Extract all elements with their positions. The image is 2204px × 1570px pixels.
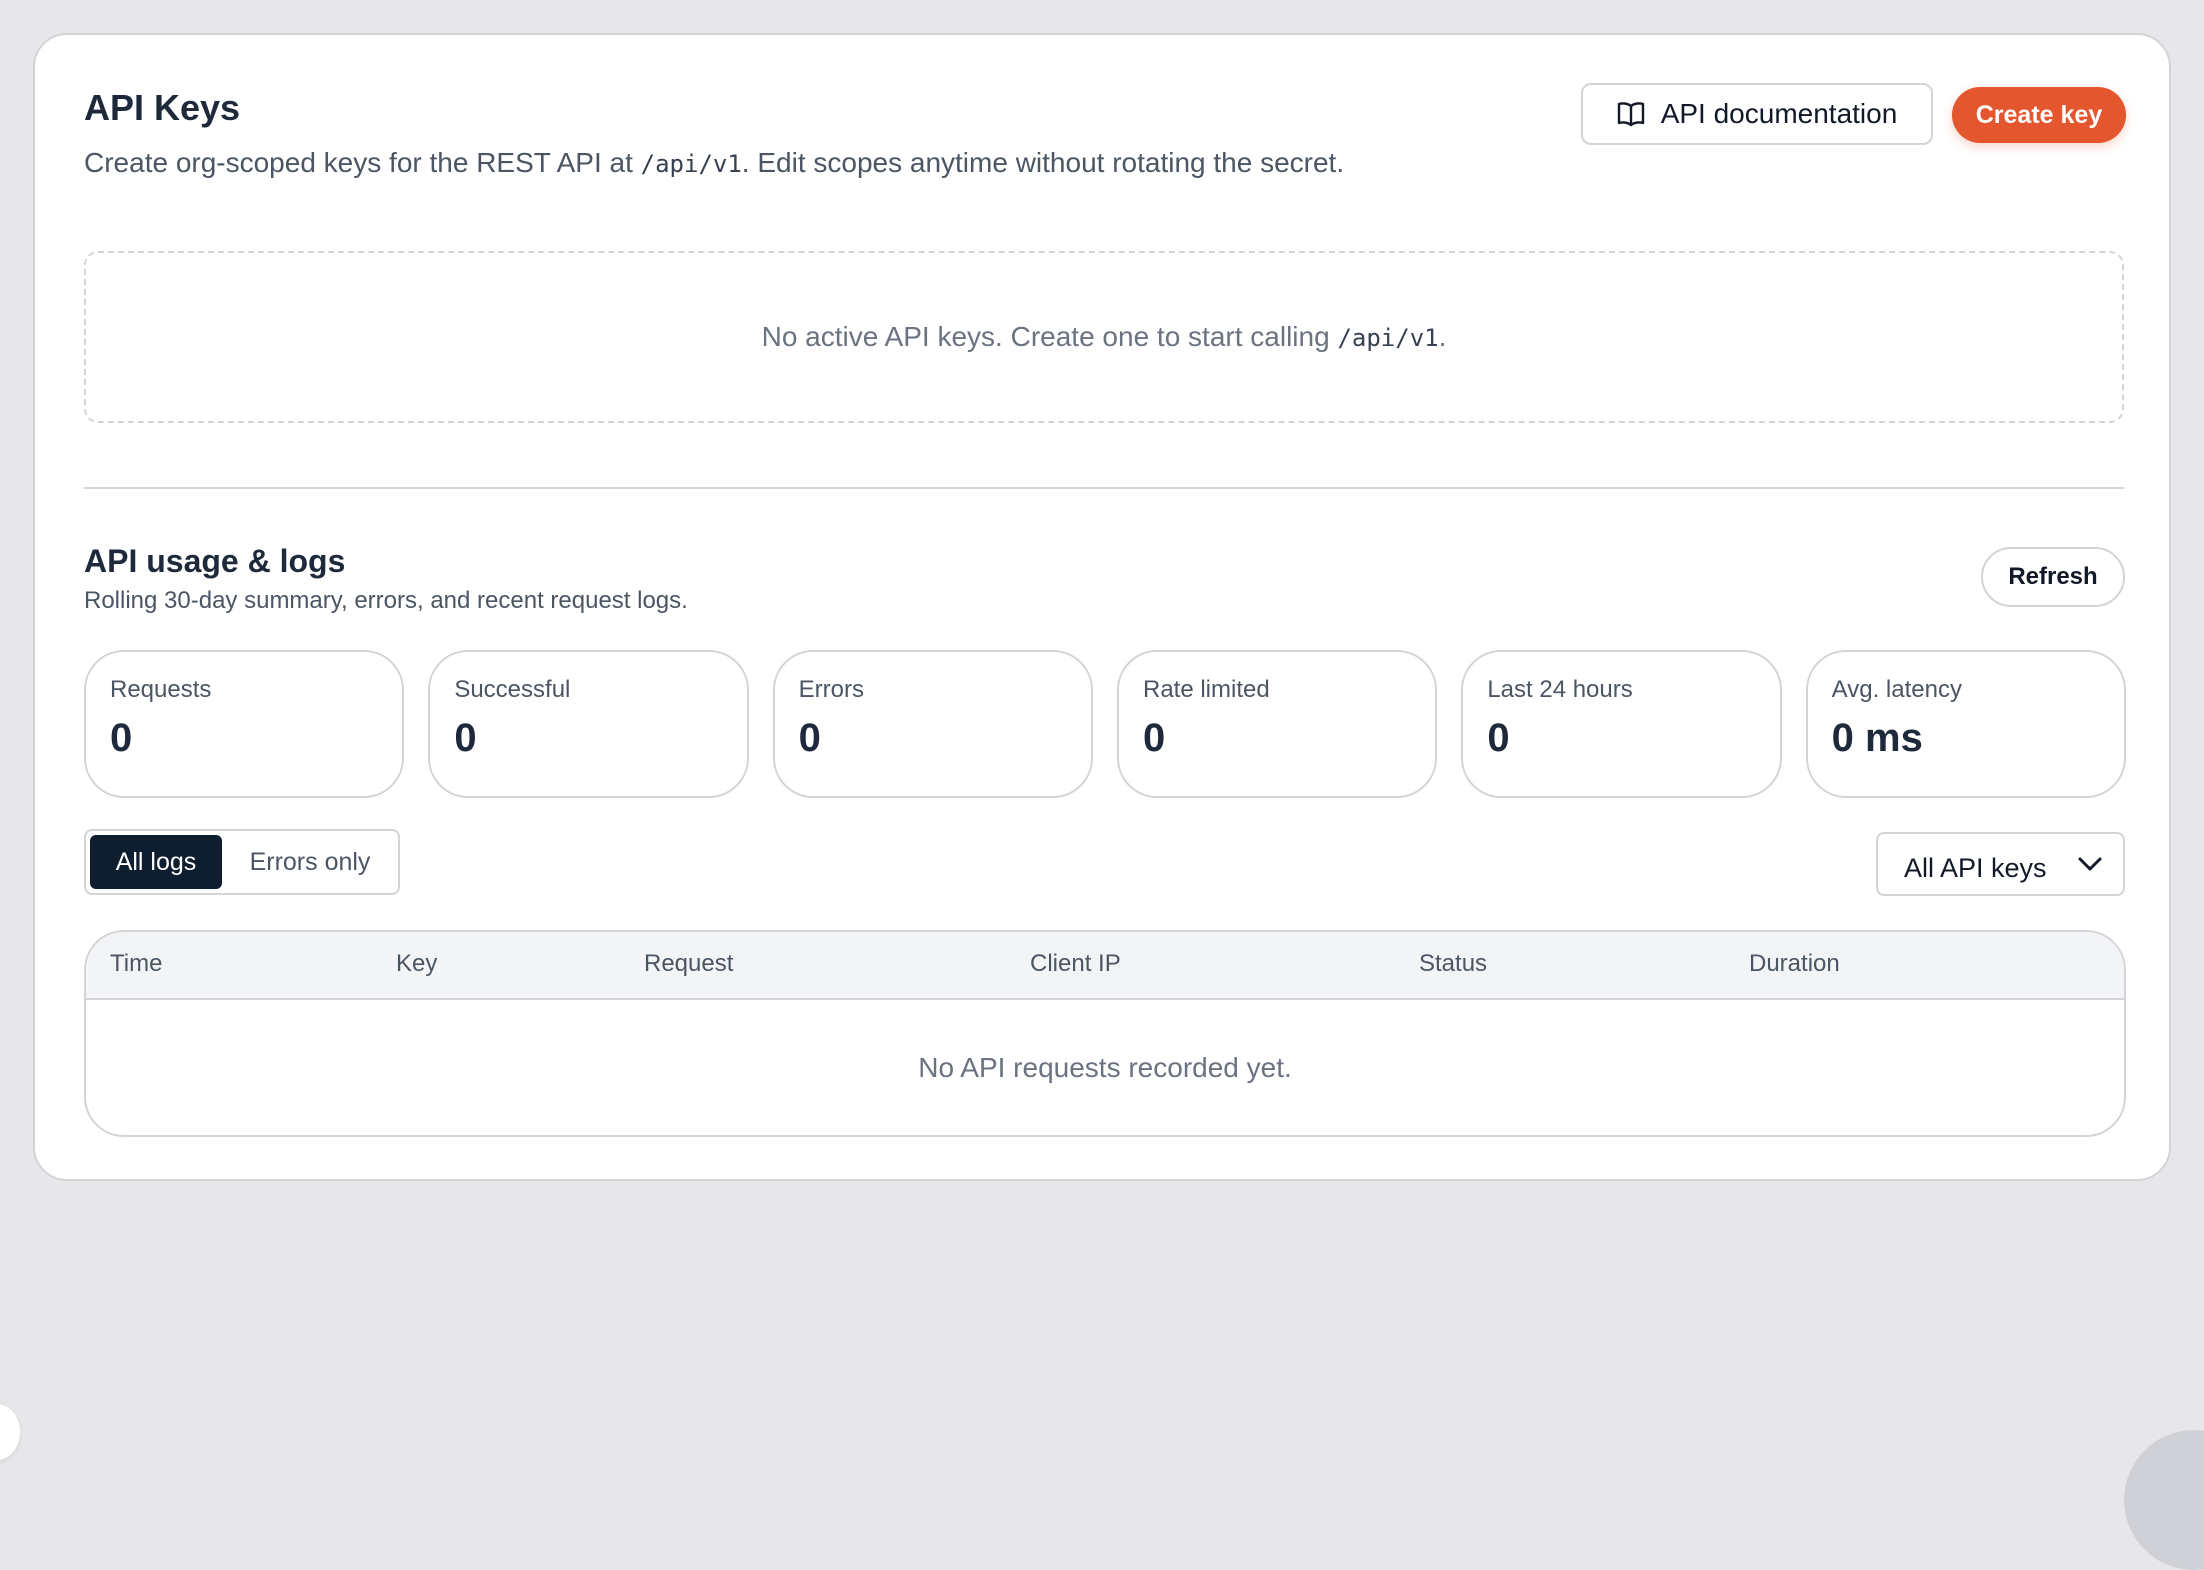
column-header-client-ip: Client IP — [1030, 950, 1121, 977]
column-header-time: Time — [110, 950, 163, 977]
refresh-button[interactable]: Refresh — [1981, 547, 2125, 607]
page-subtitle: Create org-scoped keys for the REST API … — [84, 147, 1344, 179]
stats-row: Requests 0 Successful 0 Errors 0 Rate li… — [84, 650, 2126, 798]
table-empty-state: No API requests recorded yet. — [918, 1051, 1292, 1083]
create-key-button[interactable]: Create key — [1952, 87, 2126, 143]
api-keys-card: API Keys Create org-scoped keys for the … — [33, 33, 2171, 1181]
api-key-select-value: All API keys — [1904, 852, 2047, 883]
request-logs-table: Time Key Request Client IP Status Durati… — [84, 930, 2126, 1137]
api-documentation-label: API documentation — [1660, 98, 1898, 129]
subtitle-text-end: . Edit scopes anytime without rotating t… — [741, 147, 1345, 178]
empty-keys-text-start: No active API keys. Create one to start … — [761, 321, 1338, 352]
all-logs-tab[interactable]: All logs — [90, 835, 222, 889]
table-header: Time Key Request Client IP Status Durati… — [86, 932, 2124, 1000]
errors-only-tab[interactable]: Errors only — [230, 835, 390, 889]
section-divider — [84, 487, 2124, 489]
chevron-down-icon — [2078, 857, 2102, 871]
empty-keys-text: No active API keys. Create one to start … — [762, 321, 1447, 353]
column-header-request: Request — [644, 950, 734, 977]
stat-card-last-24-hours: Last 24 hours 0 — [1461, 650, 1782, 798]
column-header-duration: Duration — [1749, 950, 1840, 977]
api-key-select[interactable]: All API keys — [1876, 832, 2125, 896]
subtitle-text: Create org-scoped keys for the REST API … — [84, 147, 641, 178]
stat-value: 0 — [110, 716, 133, 760]
log-filter-toggle: All logs Errors only — [84, 829, 400, 895]
usage-subtitle: Rolling 30-day summary, errors, and rece… — [84, 587, 688, 614]
empty-keys-text-end: . — [1438, 321, 1447, 352]
empty-keys-code: /api/v1 — [1337, 324, 1439, 352]
stat-card-avg-latency: Avg. latency 0 ms — [1805, 650, 2126, 798]
stat-label: Last 24 hours — [1487, 676, 1633, 703]
stat-label: Rate limited — [1142, 676, 1270, 703]
stat-card-rate-limited: Rate limited 0 — [1116, 650, 1438, 798]
page-title: API Keys — [84, 87, 241, 128]
stat-card-requests: Requests 0 — [84, 650, 405, 798]
api-documentation-button[interactable]: API documentation — [1581, 83, 1933, 145]
stat-value: 0 — [1487, 716, 1510, 760]
column-header-status: Status — [1419, 950, 1488, 977]
floating-handle[interactable] — [0, 1404, 20, 1460]
stat-label: Avg. latency — [1831, 676, 1962, 703]
stat-card-successful: Successful 0 — [428, 650, 749, 798]
book-icon — [1617, 102, 1644, 127]
stat-label: Successful — [454, 676, 571, 703]
column-header-key: Key — [396, 950, 438, 977]
stat-card-errors: Errors 0 — [772, 650, 1093, 798]
corner-decoration — [2124, 1430, 2204, 1570]
stat-value: 0 — [454, 716, 477, 760]
subtitle-code: /api/v1 — [640, 150, 742, 178]
stat-value: 0 ms — [1831, 716, 1923, 760]
stat-value: 0 — [798, 716, 821, 760]
empty-keys-state: No active API keys. Create one to start … — [84, 251, 2124, 423]
stat-label: Errors — [798, 676, 864, 703]
stat-label: Requests — [110, 676, 212, 703]
stat-value: 0 — [1142, 716, 1166, 760]
usage-title: API usage & logs — [84, 543, 346, 579]
